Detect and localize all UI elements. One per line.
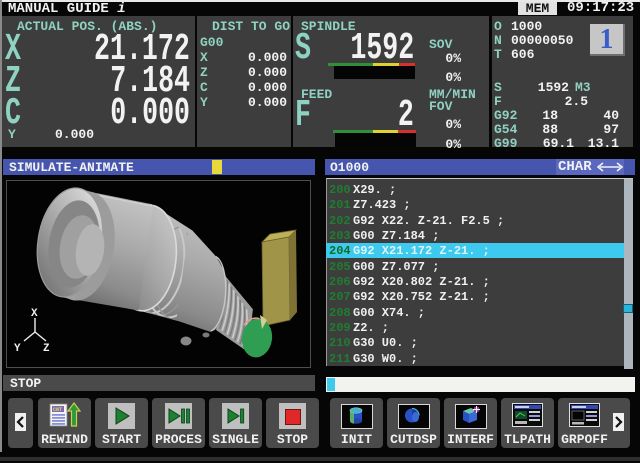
svg-text:Z: Z xyxy=(43,343,50,355)
svg-text:Y: Y xyxy=(14,343,21,355)
svg-text:X: X xyxy=(31,308,38,320)
svg-text:CNT: CNT xyxy=(53,407,62,413)
